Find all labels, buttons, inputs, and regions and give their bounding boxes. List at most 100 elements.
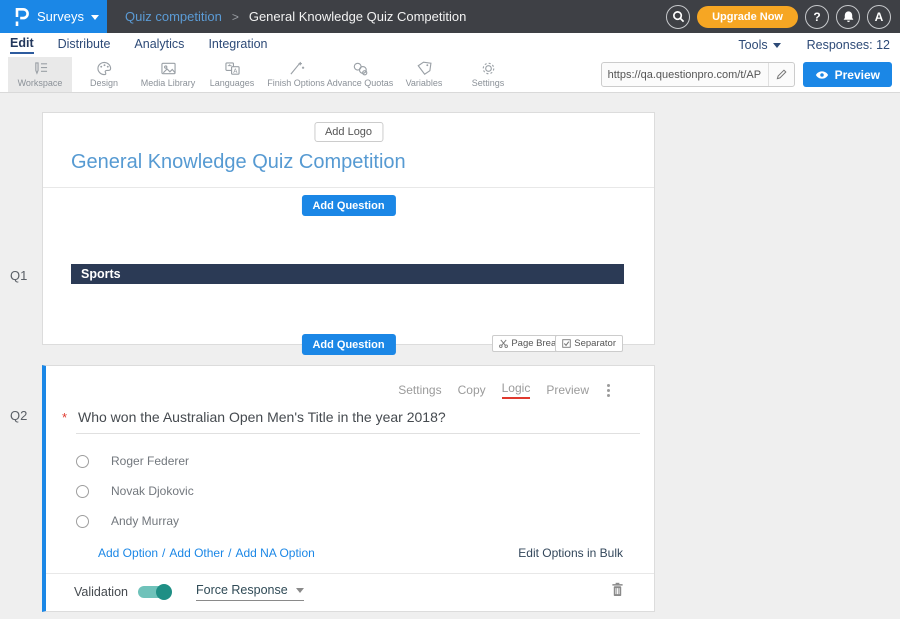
edit-options-in-bulk-link[interactable]: Edit Options in Bulk xyxy=(518,546,623,560)
edit-url-button[interactable] xyxy=(768,63,794,86)
translate-icon: A xyxy=(224,61,241,76)
radio-icon[interactable] xyxy=(76,455,89,468)
toolbar-item-finish-options[interactable]: Finish Options xyxy=(264,57,328,92)
preview-button[interactable]: Preview xyxy=(803,62,892,87)
add-na-option-link[interactable]: Add NA Option xyxy=(235,546,314,560)
divider xyxy=(43,187,654,188)
answer-option-row[interactable]: Andy Murray xyxy=(76,514,179,528)
tabbar-right: Tools Responses: 12 xyxy=(738,38,890,52)
upgrade-now-button[interactable]: Upgrade Now xyxy=(697,6,798,28)
validation-label: Validation xyxy=(74,585,128,599)
bell-icon xyxy=(842,10,855,23)
question-card-q2: Settings Copy Logic Preview * Who won th… xyxy=(42,365,655,612)
tools-menu[interactable]: Tools xyxy=(738,38,780,52)
add-question-button-bottom[interactable]: Add Question xyxy=(301,334,395,355)
answer-option-row[interactable]: Novak Djokovic xyxy=(76,484,194,498)
scissors-icon xyxy=(499,339,508,348)
trash-icon xyxy=(611,582,624,597)
link-separator: / xyxy=(228,546,231,560)
answer-option-row[interactable]: Roger Federer xyxy=(76,454,189,468)
add-option-link[interactable]: Add Option xyxy=(98,546,158,560)
survey-url-input[interactable] xyxy=(602,69,768,81)
questionpro-logo-icon xyxy=(14,7,30,27)
toggle-knob-icon xyxy=(156,584,172,600)
question-number-q1: Q1 xyxy=(10,268,27,283)
validation-toggle[interactable] xyxy=(138,586,170,598)
preview-label: Preview xyxy=(835,68,880,82)
add-question-button-top[interactable]: Add Question xyxy=(301,195,395,216)
toolbar-item-languages[interactable]: A Languages xyxy=(200,57,264,92)
radio-icon[interactable] xyxy=(76,515,89,528)
edit-toolbar: Workspace Design Media Library A Languag… xyxy=(0,57,900,93)
option-label[interactable]: Novak Djokovic xyxy=(111,484,194,498)
toolbar-label: Settings xyxy=(472,78,505,88)
toolbar-label: Languages xyxy=(210,78,255,88)
breadcrumb-separator: > xyxy=(232,10,239,24)
breadcrumb: Quiz competition > General Knowledge Qui… xyxy=(125,9,466,24)
validation-type-dropdown[interactable]: Force Response xyxy=(196,583,304,601)
tag-icon xyxy=(416,61,433,76)
add-logo-button[interactable]: Add Logo xyxy=(314,122,383,142)
toolbar-item-media-library[interactable]: Media Library xyxy=(136,57,200,92)
avatar-initial: A xyxy=(875,10,884,24)
survey-title[interactable]: General Knowledge Quiz Competition xyxy=(71,151,406,174)
chevron-down-icon xyxy=(773,43,781,48)
toolbar-right: Preview xyxy=(601,57,900,92)
tab-integration[interactable]: Integration xyxy=(208,37,267,53)
toolbar-label: Advance Quotas xyxy=(327,78,394,88)
toolbar-item-settings[interactable]: Settings xyxy=(456,57,520,92)
add-other-link[interactable]: Add Other xyxy=(169,546,224,560)
chain-links-icon xyxy=(352,61,369,76)
validation-row: Validation Force Response xyxy=(74,582,624,602)
pencil-icon xyxy=(776,69,787,80)
surveys-menu[interactable]: Surveys xyxy=(0,0,107,33)
gear-icon xyxy=(480,61,497,76)
checkbox-icon xyxy=(562,339,571,348)
option-links-row: Add Option / Add Other / Add NA Option E… xyxy=(98,546,623,560)
required-marker: * xyxy=(62,410,67,425)
question-logic-action[interactable]: Logic xyxy=(502,381,531,399)
eye-icon xyxy=(815,70,829,80)
toolbar-item-variables[interactable]: Variables xyxy=(392,57,456,92)
toolbar-item-advance-quotas[interactable]: Advance Quotas xyxy=(328,57,392,92)
workspace-icon xyxy=(32,61,49,76)
toolbar-item-workspace[interactable]: Workspace xyxy=(8,57,72,92)
section-header-sports[interactable]: Sports xyxy=(71,264,624,284)
tab-analytics[interactable]: Analytics xyxy=(134,37,184,53)
option-label[interactable]: Andy Murray xyxy=(111,514,179,528)
link-separator: / xyxy=(162,546,165,560)
search-button[interactable] xyxy=(666,5,690,29)
avatar[interactable]: A xyxy=(867,5,891,29)
tab-distribute[interactable]: Distribute xyxy=(58,37,111,53)
survey-header-card: Add Logo General Knowledge Quiz Competit… xyxy=(42,112,655,345)
search-icon xyxy=(672,10,685,23)
validation-type-value: Force Response xyxy=(196,583,288,597)
help-icon: ? xyxy=(813,10,820,24)
breadcrumb-parent[interactable]: Quiz competition xyxy=(125,9,222,24)
toolbar-label: Media Library xyxy=(141,78,196,88)
delete-question-button[interactable] xyxy=(611,582,624,602)
survey-tabbar: Edit Distribute Analytics Integration To… xyxy=(0,33,900,57)
image-icon xyxy=(160,61,177,76)
question-text-underline xyxy=(76,433,640,434)
radio-icon[interactable] xyxy=(76,485,89,498)
chevron-down-icon xyxy=(296,588,304,593)
question-text-input[interactable]: Who won the Australian Open Men's Title … xyxy=(78,409,446,425)
separator-button[interactable]: Separator xyxy=(555,335,623,352)
top-navbar: Surveys Quiz competition > General Knowl… xyxy=(0,0,900,33)
question-actions: Settings Copy Logic Preview xyxy=(398,381,612,399)
survey-editor-canvas: Q1 Q2 Add Logo General Knowledge Quiz Co… xyxy=(0,93,900,619)
navbar-actions: Upgrade Now ? A xyxy=(666,5,900,29)
question-preview-action[interactable]: Preview xyxy=(546,383,589,397)
notifications-button[interactable] xyxy=(836,5,860,29)
page-break-label: Page Break xyxy=(511,338,561,349)
more-options-icon[interactable] xyxy=(605,382,612,399)
option-label[interactable]: Roger Federer xyxy=(111,454,189,468)
help-button[interactable]: ? xyxy=(805,5,829,29)
survey-url-box xyxy=(601,62,795,87)
question-settings-action[interactable]: Settings xyxy=(398,383,441,397)
responses-count[interactable]: Responses: 12 xyxy=(807,38,890,52)
tab-edit[interactable]: Edit xyxy=(10,36,34,54)
question-copy-action[interactable]: Copy xyxy=(458,383,486,397)
toolbar-item-design[interactable]: Design xyxy=(72,57,136,92)
